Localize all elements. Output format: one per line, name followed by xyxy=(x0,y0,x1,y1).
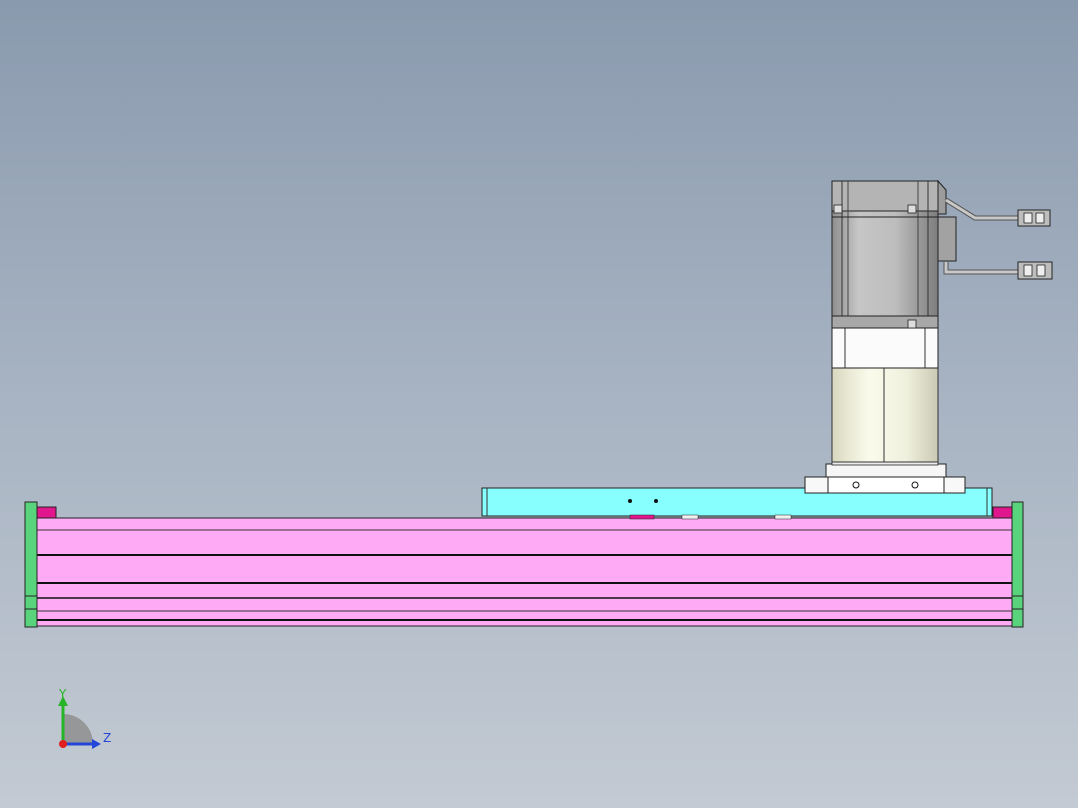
rail-left-end-wedge xyxy=(35,506,57,519)
rail-body xyxy=(35,517,1014,627)
motor-bolt-2 xyxy=(907,204,917,214)
triad-y-label: Y xyxy=(59,687,67,701)
power-cable-core xyxy=(944,262,1018,274)
motor-cables[interactable] xyxy=(943,197,1053,280)
encoder-connector-pin-2 xyxy=(1035,212,1045,224)
mount-flange-ring xyxy=(825,463,947,478)
right-end-cap xyxy=(1011,501,1024,628)
triad-z-arrow-icon xyxy=(92,739,101,749)
encoder-cable xyxy=(944,197,1018,221)
encoder-connector-pin xyxy=(1023,212,1033,224)
rail-right-end-wedge xyxy=(992,506,1013,519)
carriage-hole-2 xyxy=(654,499,658,503)
carriage-slider-red xyxy=(629,514,655,520)
triad-z-label: Z xyxy=(103,731,112,745)
carriage-slider-block-2 xyxy=(774,514,792,520)
cad-viewport[interactable]: Y Z xyxy=(0,0,1078,808)
reducer-flange xyxy=(831,327,939,369)
motor-mount[interactable] xyxy=(804,460,966,494)
left-end-cap xyxy=(24,501,38,628)
gear-reducer[interactable] xyxy=(831,327,939,463)
mount-base-inner xyxy=(827,476,945,494)
power-connector-pin xyxy=(1023,264,1033,277)
servo-motor[interactable] xyxy=(831,179,957,329)
power-connector xyxy=(1017,261,1053,280)
motor-bottom-flange xyxy=(831,315,939,329)
rail-assembly[interactable] xyxy=(24,501,1024,628)
motor-bolt-3 xyxy=(907,319,917,329)
encoder-connector xyxy=(1017,209,1051,227)
carriage-slider-block-1 xyxy=(681,514,699,520)
motor-connector-housing xyxy=(937,179,947,215)
triad-plane-icon xyxy=(63,714,93,744)
motor-bolt-1 xyxy=(833,204,843,214)
carriage-hole-1 xyxy=(628,499,632,503)
triad-origin-icon xyxy=(59,740,67,748)
linear-module-model[interactable] xyxy=(0,0,1078,808)
motor-connector-block xyxy=(937,216,957,262)
reducer-cylinder xyxy=(831,366,939,463)
power-connector-pin-2 xyxy=(1036,264,1046,277)
